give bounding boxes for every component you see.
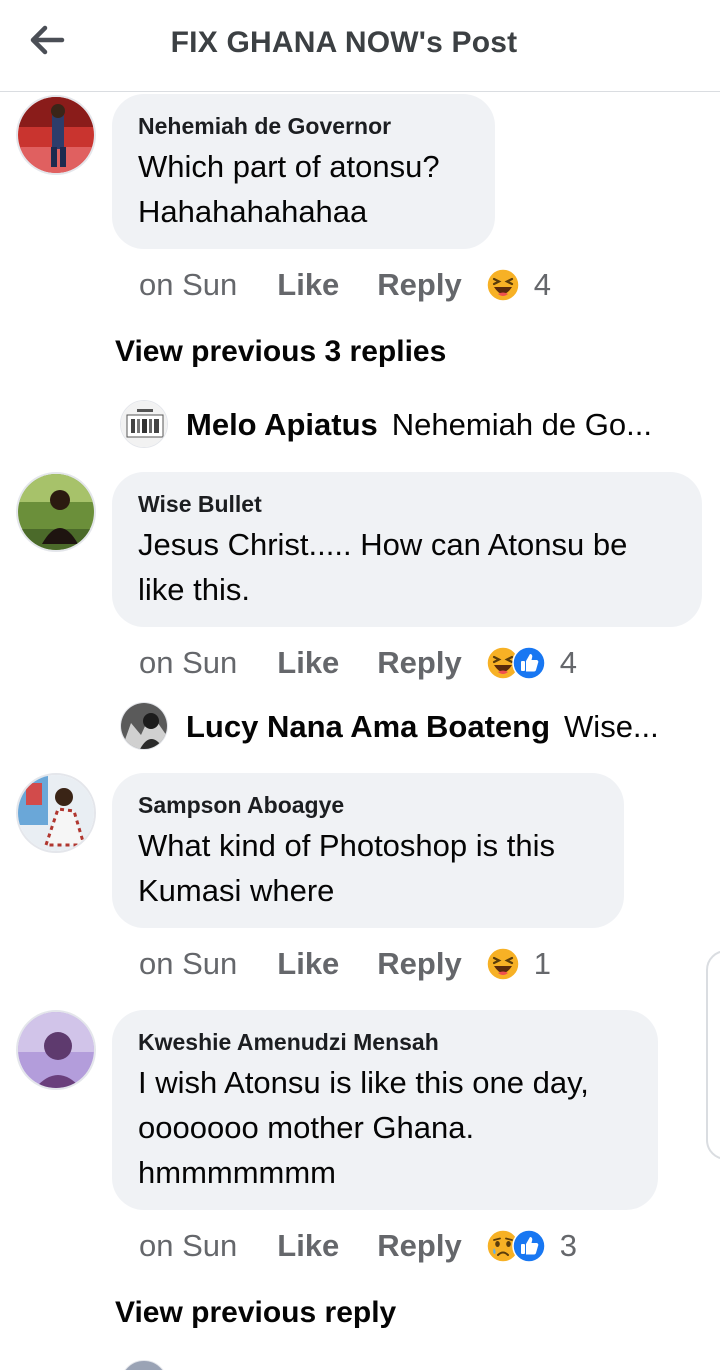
avatar-photo	[121, 401, 167, 447]
comment-author[interactable]: Kweshie Amenudzi Mensah	[138, 1028, 632, 1056]
comment-bubble[interactable]: Sampson Aboagye What kind of Photoshop i…	[112, 773, 624, 928]
like-button[interactable]: Like	[277, 267, 339, 303]
reply-button[interactable]: Reply	[377, 267, 461, 303]
comment-line: Hahahahahahaa	[138, 194, 368, 229]
timestamp[interactable]: on Sun	[139, 645, 237, 681]
avatar-photo	[121, 703, 167, 749]
avatar-photo	[18, 775, 94, 851]
avatar[interactable]	[16, 472, 96, 552]
reaction-summary[interactable]: 3	[485, 1228, 577, 1264]
reaction-count: 4	[559, 645, 577, 680]
comment-actions: on Sun Like Reply 3	[139, 1226, 577, 1266]
reply-text: Nehemiah de Go...	[391, 407, 652, 442]
reaction-count: 1	[533, 946, 551, 981]
comment-line: Jesus Christ..... How can Atonsu be	[138, 527, 628, 562]
comment-author[interactable]: Wise Bullet	[138, 490, 676, 518]
comment-text: Which part of atonsu? Hahahahahahaa	[138, 144, 469, 234]
like-reaction-icon	[511, 646, 546, 680]
reply-button[interactable]: Reply	[377, 645, 461, 681]
view-previous-replies-link[interactable]: View previous 3 replies	[115, 335, 446, 369]
page-title: FIX GHANA NOW's Post	[170, 26, 518, 59]
comment-author[interactable]: Sampson Aboagye	[138, 791, 598, 819]
comment-bubble[interactable]: Wise Bullet Jesus Christ..... How can At…	[112, 472, 702, 627]
comment-bubble[interactable]: Kweshie Amenudzi Mensah I wish Atonsu is…	[112, 1010, 658, 1210]
avatar-photo	[18, 474, 94, 550]
avatar[interactable]	[16, 95, 96, 175]
comment-actions: on Sun Like Reply 1	[139, 944, 551, 984]
side-panel-handle[interactable]	[706, 950, 720, 1160]
comment-line: ooooooo mother Ghana.	[138, 1110, 475, 1145]
haha-reaction-icon	[485, 947, 520, 981]
timestamp[interactable]: on Sun	[139, 267, 237, 303]
reaction-count: 4	[533, 267, 551, 302]
comment-text: Jesus Christ..... How can Atonsu be like…	[138, 522, 676, 612]
avatar[interactable]	[120, 400, 168, 448]
comment-line: hmmmmmmm	[138, 1155, 337, 1190]
like-reaction-icon	[511, 1229, 546, 1263]
timestamp[interactable]: on Sun	[139, 1228, 237, 1264]
comment-author[interactable]: Nehemiah de Governor	[138, 112, 469, 140]
avatar[interactable]	[120, 702, 168, 750]
reaction-summary[interactable]: 1	[485, 946, 551, 982]
avatar-photo	[18, 1012, 94, 1088]
like-button[interactable]: Like	[277, 946, 339, 982]
comment-line: I wish Atonsu is like this one day,	[138, 1065, 589, 1100]
like-button[interactable]: Like	[277, 645, 339, 681]
reply-button[interactable]: Reply	[377, 1228, 461, 1264]
reaction-count: 3	[559, 1228, 577, 1263]
comment-line: Kumasi where	[138, 873, 335, 908]
avatar-photo	[18, 97, 94, 173]
reaction-summary[interactable]: 4	[485, 267, 551, 303]
reaction-summary[interactable]: 4	[485, 645, 577, 681]
reply-text: Wise...	[564, 709, 659, 744]
reply-button[interactable]: Reply	[377, 946, 461, 982]
reply-preview[interactable]: Lucy Nana Ama Boateng Wise...	[186, 703, 676, 751]
avatar[interactable]	[16, 773, 96, 853]
reply-author[interactable]: Lucy Nana Ama Boateng	[186, 709, 550, 745]
avatar[interactable]	[120, 1360, 168, 1370]
comment-line: like this.	[138, 572, 250, 607]
comment-actions: on Sun Like Reply 4	[139, 643, 577, 683]
comment-actions: on Sun Like Reply 4	[139, 265, 551, 305]
top-bar: FIX GHANA NOW's Post	[0, 0, 720, 92]
timestamp[interactable]: on Sun	[139, 946, 237, 982]
view-previous-reply-link[interactable]: View previous reply	[115, 1296, 396, 1330]
comment-line: Which part of atonsu?	[138, 149, 440, 184]
like-button[interactable]: Like	[277, 1228, 339, 1264]
comment-text: I wish Atonsu is like this one day, oooo…	[138, 1060, 632, 1195]
comment-text: What kind of Photoshop is this Kumasi wh…	[138, 823, 598, 913]
reply-author[interactable]: Melo Apiatus	[186, 407, 378, 443]
reply-preview[interactable]: Melo Apiatus Nehemiah de Go...	[186, 401, 676, 449]
comment-line: What kind of Photoshop is this	[138, 828, 556, 863]
avatar[interactable]	[16, 1010, 96, 1090]
comment-bubble[interactable]: Nehemiah de Governor Which part of atons…	[112, 94, 495, 249]
haha-reaction-icon	[485, 268, 520, 302]
